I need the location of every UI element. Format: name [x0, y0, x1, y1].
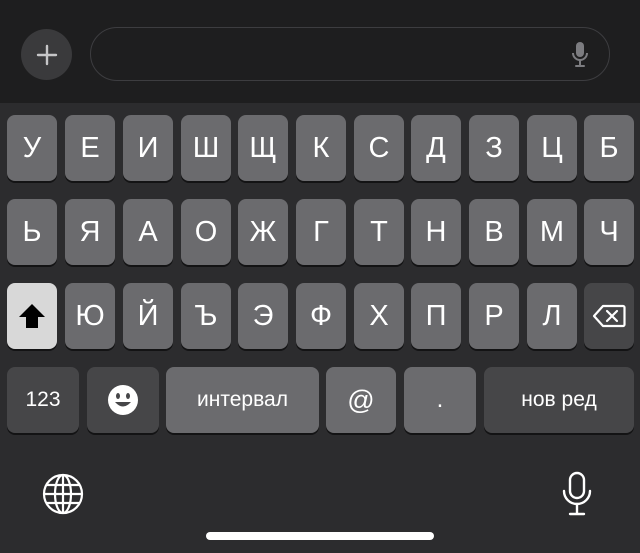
key-letter[interactable]: У: [7, 115, 57, 181]
key-letter[interactable]: М: [527, 199, 577, 265]
emoji-icon: [108, 385, 138, 415]
message-text-input[interactable]: [109, 28, 553, 81]
space-key[interactable]: интервал: [166, 367, 319, 433]
key-letter[interactable]: Л: [527, 283, 577, 349]
message-field[interactable]: [90, 27, 610, 81]
key-letter[interactable]: Х: [354, 283, 404, 349]
key-letter[interactable]: З: [469, 115, 519, 181]
return-key[interactable]: нов ред: [484, 367, 634, 433]
key-letter[interactable]: И: [123, 115, 173, 181]
key-letter[interactable]: Б: [584, 115, 634, 181]
key-letter[interactable]: Ф: [296, 283, 346, 349]
key-letter[interactable]: Щ: [238, 115, 288, 181]
emoji-key[interactable]: [87, 367, 159, 433]
backspace-key[interactable]: [584, 283, 634, 349]
key-letter[interactable]: Ъ: [181, 283, 231, 349]
period-key[interactable]: .: [404, 367, 476, 433]
key-letter[interactable]: В: [469, 199, 519, 265]
key-letter[interactable]: А: [123, 199, 173, 265]
key-letter[interactable]: К: [296, 115, 346, 181]
dictation-microphone-icon[interactable]: [561, 471, 593, 517]
key-letter[interactable]: Н: [411, 199, 461, 265]
key-letter[interactable]: П: [411, 283, 461, 349]
globe-icon[interactable]: [42, 473, 84, 515]
key-letter[interactable]: Р: [469, 283, 519, 349]
key-letter[interactable]: Т: [354, 199, 404, 265]
key-letter[interactable]: С: [354, 115, 404, 181]
microphone-icon[interactable]: [570, 41, 590, 69]
message-input-bar: [0, 0, 640, 103]
key-letter[interactable]: Г: [296, 199, 346, 265]
at-key[interactable]: @: [326, 367, 396, 433]
home-indicator: [206, 532, 434, 540]
key-letter[interactable]: Д: [411, 115, 461, 181]
key-letter[interactable]: Ж: [238, 199, 288, 265]
shift-arrow-icon: [19, 304, 45, 328]
key-letter[interactable]: Й: [123, 283, 173, 349]
key-letter[interactable]: О: [181, 199, 231, 265]
numbers-key[interactable]: 123: [7, 367, 79, 433]
add-attachment-button[interactable]: [21, 29, 72, 80]
shift-key[interactable]: [7, 283, 57, 349]
key-letter[interactable]: Ь: [7, 199, 57, 265]
key-letter[interactable]: Ч: [584, 199, 634, 265]
key-letter[interactable]: Ю: [65, 283, 115, 349]
key-letter[interactable]: Ш: [181, 115, 231, 181]
key-letter[interactable]: Э: [238, 283, 288, 349]
key-letter[interactable]: Я: [65, 199, 115, 265]
key-letter[interactable]: Е: [65, 115, 115, 181]
plus-icon: [36, 44, 57, 65]
key-letter[interactable]: Ц: [527, 115, 577, 181]
backspace-icon: [592, 304, 626, 328]
keyboard: У Е И Ш Щ К С Д З Ц Б Ь Я А О Ж Г Т Н В …: [0, 103, 640, 553]
